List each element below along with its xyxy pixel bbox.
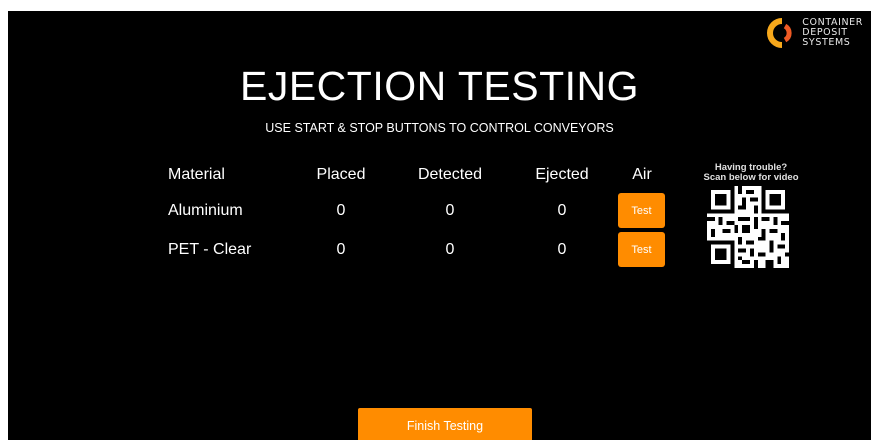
help-line-2: Scan below for video [703,172,799,183]
help-text: Having trouble? Scan below for video [696,163,806,183]
container-deposit-logo-icon [767,18,792,48]
column-header-material: Material [168,166,225,183]
page-subtitle: USE START & STOP BUTTONS TO CONTROL CONV… [265,121,614,135]
row-2-detected: 0 [445,241,455,258]
page-title: EJECTION TESTING [239,63,640,109]
qr-code-icon [707,186,789,268]
finish-testing-button[interactable]: Finish Testing [358,408,532,440]
row-1-ejected: 0 [557,202,567,219]
ejection-testing-screen: CONTAINER DEPOSIT SYSTEMS EJECTION TESTI… [8,11,871,440]
column-header-ejected: Ejected [535,166,589,183]
row-2-material: PET - Clear [168,241,252,258]
row-2-ejected: 0 [557,241,567,258]
row-1-placed: 0 [336,202,346,219]
logo-line-3: SYSTEMS [802,37,851,48]
column-header-placed: Placed [316,166,366,183]
company-logo: CONTAINER DEPOSIT SYSTEMS [763,17,863,49]
column-header-air: Air [632,166,652,183]
row-1-material: Aluminium [168,202,243,219]
row-2-air-test-button[interactable]: Test [618,232,665,267]
row-2-placed: 0 [336,241,346,258]
column-header-detected: Detected [417,166,483,183]
logo-text: CONTAINER DEPOSIT SYSTEMS [802,18,863,48]
row-1-air-test-button[interactable]: Test [618,193,665,228]
row-1-detected: 0 [445,202,455,219]
